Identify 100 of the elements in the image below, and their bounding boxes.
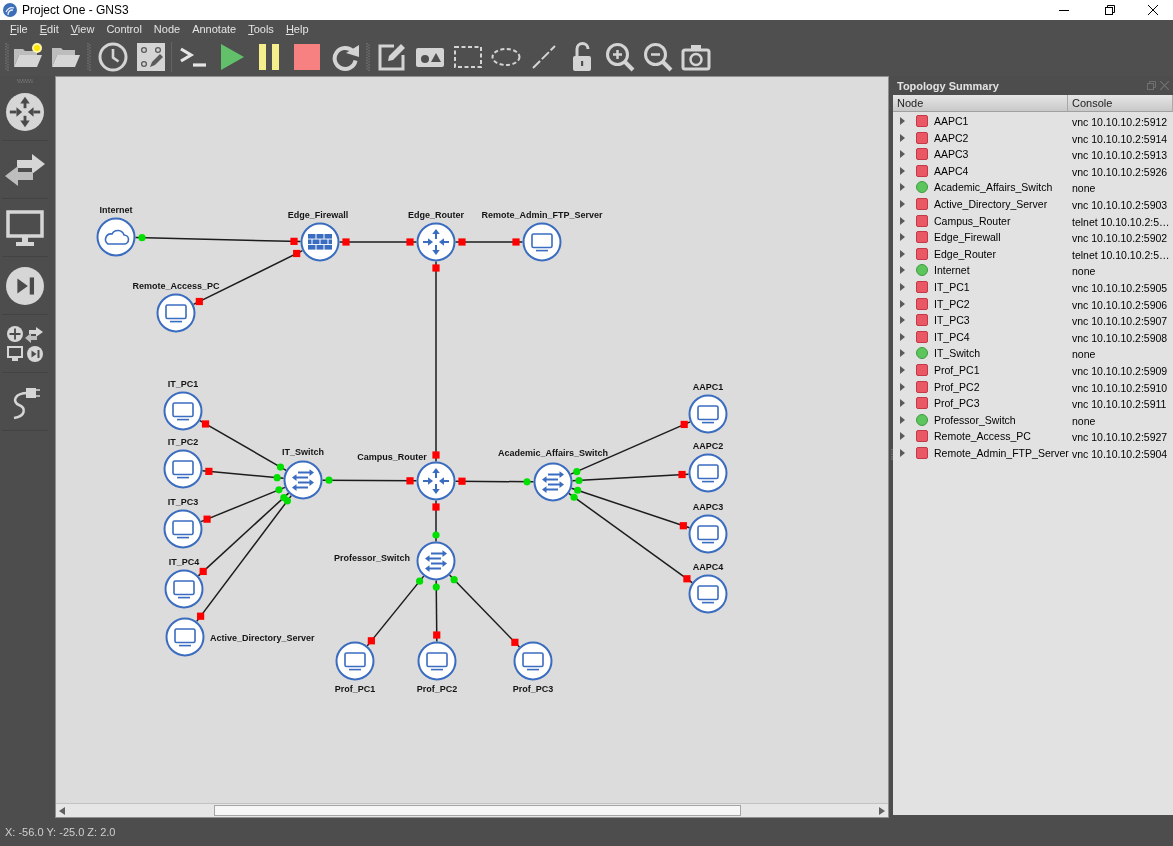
horizontal-scrollbar[interactable]: [56, 803, 888, 817]
monitor-icon[interactable]: [417, 641, 457, 681]
switch-icon[interactable]: [533, 462, 573, 502]
caret-right-icon[interactable]: [900, 282, 905, 291]
close-icon[interactable]: [1148, 5, 1158, 15]
zoom-in-icon[interactable]: [605, 42, 635, 72]
switch-icon[interactable]: [283, 460, 323, 500]
caret-right-icon[interactable]: [900, 382, 905, 391]
caret-right-icon[interactable]: [900, 216, 905, 225]
pen-tile-icon[interactable]: [136, 42, 166, 72]
splitter-grip-icon[interactable]: [890, 449, 893, 461]
monitor-icon[interactable]: [688, 453, 728, 493]
node-name[interactable]: Campus_Router: [934, 213, 1011, 228]
link-line[interactable]: [570, 487, 691, 529]
menu-item[interactable]: View: [64, 21, 101, 37]
monitor-icon[interactable]: [688, 394, 728, 434]
node-name[interactable]: Active_Directory_Server: [934, 196, 1048, 211]
link-line[interactable]: [134, 236, 302, 243]
menu-item[interactable]: Tools: [242, 21, 280, 37]
caret-right-icon[interactable]: [900, 183, 905, 192]
link-line[interactable]: [321, 479, 418, 482]
minimize-icon[interactable]: [1059, 9, 1069, 11]
caret-right-icon[interactable]: [900, 365, 905, 374]
monitor-icon[interactable]: [164, 569, 204, 609]
caret-right-icon[interactable]: [900, 399, 905, 408]
node-name[interactable]: Internet: [934, 263, 970, 278]
scroll-left-icon[interactable]: [59, 806, 65, 815]
node-name[interactable]: AAPC3: [934, 147, 969, 162]
monitor-icon[interactable]: [5, 209, 44, 246]
node-name[interactable]: AAPC4: [934, 163, 969, 178]
node-name[interactable]: IT_PC3: [934, 313, 970, 328]
monitor-icon[interactable]: [165, 617, 205, 657]
caret-right-icon[interactable]: [900, 249, 905, 258]
brick-wall-icon[interactable]: [300, 222, 340, 262]
clock-icon[interactable]: [98, 42, 128, 72]
caret-right-icon[interactable]: [900, 316, 905, 325]
device-group-icon[interactable]: [6, 325, 43, 362]
router-icon[interactable]: [5, 92, 44, 131]
node-name[interactable]: IT_PC4: [934, 329, 970, 344]
link-line[interactable]: [454, 480, 535, 483]
node-name[interactable]: AAPC2: [934, 130, 969, 145]
node-name[interactable]: Prof_PC3: [934, 396, 980, 411]
monitor-icon[interactable]: [688, 514, 728, 554]
menu-item[interactable]: File: [4, 21, 34, 37]
pencil-square-icon[interactable]: [377, 42, 407, 72]
node-name[interactable]: Edge_Firewall: [934, 230, 1001, 245]
cloud-icon[interactable]: [96, 217, 136, 257]
switch-arrows-icon[interactable]: [4, 152, 45, 187]
menu-item[interactable]: Annotate: [186, 21, 243, 37]
monitor-icon[interactable]: [163, 509, 203, 549]
caret-right-icon[interactable]: [900, 448, 905, 457]
node-name[interactable]: Prof_PC1: [934, 362, 980, 377]
skip-circle-icon[interactable]: [5, 266, 44, 305]
node-name[interactable]: IT_PC1: [934, 279, 970, 294]
router-icon[interactable]: [416, 461, 456, 501]
monitor-icon[interactable]: [513, 641, 553, 681]
topology-canvas[interactable]: [55, 76, 889, 818]
node-name[interactable]: IT_Switch: [934, 346, 981, 361]
caret-right-icon[interactable]: [900, 432, 905, 441]
caret-right-icon[interactable]: [900, 117, 905, 125]
node-name[interactable]: Remote_Admin_FTP_Server: [934, 445, 1069, 460]
caret-right-icon[interactable]: [900, 150, 905, 159]
camera-icon[interactable]: [681, 42, 711, 72]
node-name[interactable]: Remote_Access_PC: [934, 429, 1031, 444]
menu-item[interactable]: Control: [100, 21, 148, 37]
caret-right-icon[interactable]: [900, 199, 905, 208]
caret-right-icon[interactable]: [900, 349, 905, 358]
reload-icon[interactable]: [330, 42, 360, 72]
caret-right-icon[interactable]: [900, 166, 905, 175]
link-line[interactable]: [568, 492, 693, 584]
column-header[interactable]: Console: [1068, 95, 1173, 112]
caret-right-icon[interactable]: [900, 415, 905, 424]
node-name[interactable]: Prof_PC2: [934, 379, 980, 394]
monitor-icon[interactable]: [156, 293, 196, 333]
link-line[interactable]: [201, 470, 285, 479]
node-name[interactable]: Professor_Switch: [934, 412, 1016, 427]
monitor-icon[interactable]: [335, 641, 375, 681]
menu-item[interactable]: Node: [147, 21, 187, 37]
monitor-icon[interactable]: [163, 391, 203, 431]
caret-right-icon[interactable]: [900, 233, 905, 242]
monitor-icon[interactable]: [163, 449, 203, 489]
router-icon[interactable]: [416, 222, 456, 262]
caret-right-icon[interactable]: [900, 332, 905, 341]
restore-icon[interactable]: [1105, 5, 1115, 15]
menu-item[interactable]: Help: [279, 21, 315, 37]
zoom-out-icon[interactable]: [643, 42, 673, 72]
switch-icon[interactable]: [416, 541, 456, 581]
link-line[interactable]: [200, 486, 286, 523]
stop-icon[interactable]: [292, 42, 322, 72]
scroll-right-icon[interactable]: [879, 806, 885, 815]
node-name[interactable]: IT_PC2: [934, 296, 970, 311]
monitor-icon[interactable]: [522, 222, 562, 262]
caret-right-icon[interactable]: [900, 133, 905, 142]
link-line[interactable]: [571, 473, 690, 482]
scrollbar-thumb[interactable]: [214, 805, 741, 816]
node-name[interactable]: AAPC1: [934, 114, 969, 128]
menu-item[interactable]: Edit: [33, 21, 65, 37]
caret-right-icon[interactable]: [900, 266, 905, 275]
column-header[interactable]: Node: [893, 95, 1068, 112]
caret-right-icon[interactable]: [900, 299, 905, 308]
